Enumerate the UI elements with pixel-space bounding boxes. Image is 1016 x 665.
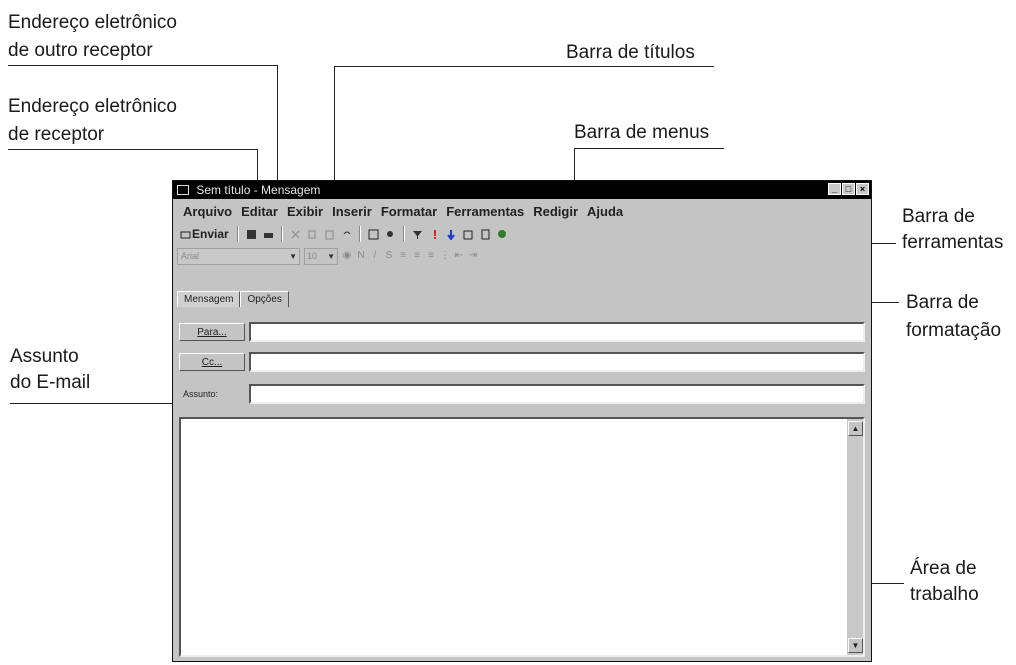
menu-editar[interactable]: Editar xyxy=(241,204,278,219)
callout-subject-line1: Assunto xyxy=(10,346,79,367)
menu-inserir[interactable]: Inserir xyxy=(332,204,372,219)
callout-other-recipient-line1: Endereço eletrônico xyxy=(8,12,177,33)
menu-formatar[interactable]: Formatar xyxy=(381,204,437,219)
callout-toolbar-line2: ferramentas xyxy=(902,232,1004,253)
copy-icon[interactable] xyxy=(307,229,318,240)
callout-work-area-line2: trabalho xyxy=(910,584,979,605)
leader-menu-h xyxy=(574,148,724,149)
toolbar-separator xyxy=(358,226,361,242)
toolbar-separator xyxy=(402,226,405,242)
certificate-icon[interactable] xyxy=(497,229,508,240)
leader-other-recipient-h xyxy=(8,65,278,66)
title-bar: Sem título - Mensagem _ □ × xyxy=(173,181,871,199)
close-button[interactable]: × xyxy=(856,183,869,195)
align-left-icon[interactable]: ≡ xyxy=(398,251,408,261)
scroll-up-icon[interactable]: ▲ xyxy=(848,421,863,436)
align-right-icon[interactable]: ≡ xyxy=(426,251,436,261)
underline-icon[interactable]: S xyxy=(384,251,394,261)
callout-work-area-line1: Área de xyxy=(910,558,977,579)
subject-field[interactable] xyxy=(249,384,865,404)
subject-label: Assunto: xyxy=(183,389,219,399)
menu-exibir[interactable]: Exibir xyxy=(287,204,323,219)
callout-subject-line2: do E-mail xyxy=(10,372,91,393)
cc-field[interactable] xyxy=(249,352,865,372)
toolbar-separator xyxy=(236,226,239,242)
paste-icon[interactable] xyxy=(324,229,335,240)
tab-strip: Mensagem Opções xyxy=(177,291,289,307)
leader-recipient-h xyxy=(8,149,258,150)
menu-redigir[interactable]: Redigir xyxy=(533,204,578,219)
bold-icon[interactable]: N xyxy=(356,251,366,261)
undo-icon[interactable] xyxy=(341,229,352,240)
message-icon xyxy=(177,185,189,195)
chevron-down-icon: ▼ xyxy=(289,251,297,261)
send-label: Enviar xyxy=(192,227,229,241)
font-value: Arial xyxy=(181,250,200,261)
cut-icon[interactable] xyxy=(290,229,301,240)
save-icon[interactable] xyxy=(246,229,257,240)
callout-recipient-line1: Endereço eletrônico xyxy=(8,96,177,117)
menu-ajuda[interactable]: Ajuda xyxy=(587,204,623,219)
to-button[interactable]: Para... xyxy=(179,323,245,341)
font-size-value: 10 xyxy=(307,250,318,261)
minimize-button[interactable]: _ xyxy=(828,183,841,195)
to-field[interactable] xyxy=(249,322,865,342)
font-select[interactable]: Arial ▼ xyxy=(177,247,300,265)
menu-ferramentas[interactable]: Ferramentas xyxy=(446,204,524,219)
priority-high-icon[interactable] xyxy=(429,229,440,240)
maximize-button[interactable]: □ xyxy=(842,183,855,195)
callout-recipient-line2: de receptor xyxy=(8,124,105,145)
callout-menu-bar: Barra de menus xyxy=(574,122,710,143)
format-bar: Arial ▼ 10 ▼ ◉ N / S ≡ ≡ ≡ ⋮ ⇤ ⇥ xyxy=(177,246,478,266)
leader-title-v xyxy=(334,66,335,188)
window-title: Sem título - Mensagem xyxy=(196,183,321,197)
message-body[interactable]: ▲ ▼ xyxy=(179,417,865,657)
cc-button[interactable]: Cc... xyxy=(179,353,245,371)
toolbar-separator xyxy=(280,226,283,242)
indent-less-icon[interactable]: ⇤ xyxy=(454,251,464,261)
print-icon[interactable] xyxy=(263,229,274,240)
font-size-select[interactable]: 10 ▼ xyxy=(304,247,338,265)
send-button[interactable]: Enviar xyxy=(177,225,231,243)
indent-more-icon[interactable]: ⇥ xyxy=(468,251,478,261)
callout-format-bar-line1: Barra de xyxy=(906,292,979,313)
callout-toolbar-line1: Barra de xyxy=(902,206,975,227)
leader-title-h xyxy=(334,66,714,67)
tab-mensagem[interactable]: Mensagem xyxy=(177,291,241,307)
align-center-icon[interactable]: ≡ xyxy=(412,251,422,261)
callout-title-bar: Barra de títulos xyxy=(566,42,695,63)
callout-format-bar-line2: formatação xyxy=(906,320,1002,341)
filter-icon[interactable] xyxy=(412,229,423,240)
tab-opcoes[interactable]: Opções xyxy=(240,291,289,307)
window-controls: _ □ × xyxy=(828,183,869,195)
signature-icon[interactable] xyxy=(480,229,491,240)
message-window: Sem título - Mensagem _ □ × Arquivo Edit… xyxy=(172,180,872,662)
vertical-scrollbar[interactable]: ▲ ▼ xyxy=(847,419,863,655)
scroll-down-icon[interactable]: ▼ xyxy=(848,638,863,653)
menu-bar: Arquivo Editar Exibir Inserir Formatar F… xyxy=(173,200,871,222)
chevron-down-icon: ▼ xyxy=(327,251,335,261)
bullets-icon[interactable]: ⋮ xyxy=(440,251,450,261)
toolbar: Enviar xyxy=(177,224,509,244)
color-icon[interactable]: ◉ xyxy=(342,251,352,261)
menu-arquivo[interactable]: Arquivo xyxy=(183,204,232,219)
send-icon xyxy=(180,229,191,240)
check-names-icon[interactable] xyxy=(385,229,396,240)
italic-icon[interactable]: / xyxy=(370,251,380,261)
callout-other-recipient-line2: de outro receptor xyxy=(8,40,153,61)
insert-file-icon[interactable] xyxy=(463,229,474,240)
priority-low-icon[interactable] xyxy=(446,229,457,241)
address-book-icon[interactable] xyxy=(368,229,379,240)
